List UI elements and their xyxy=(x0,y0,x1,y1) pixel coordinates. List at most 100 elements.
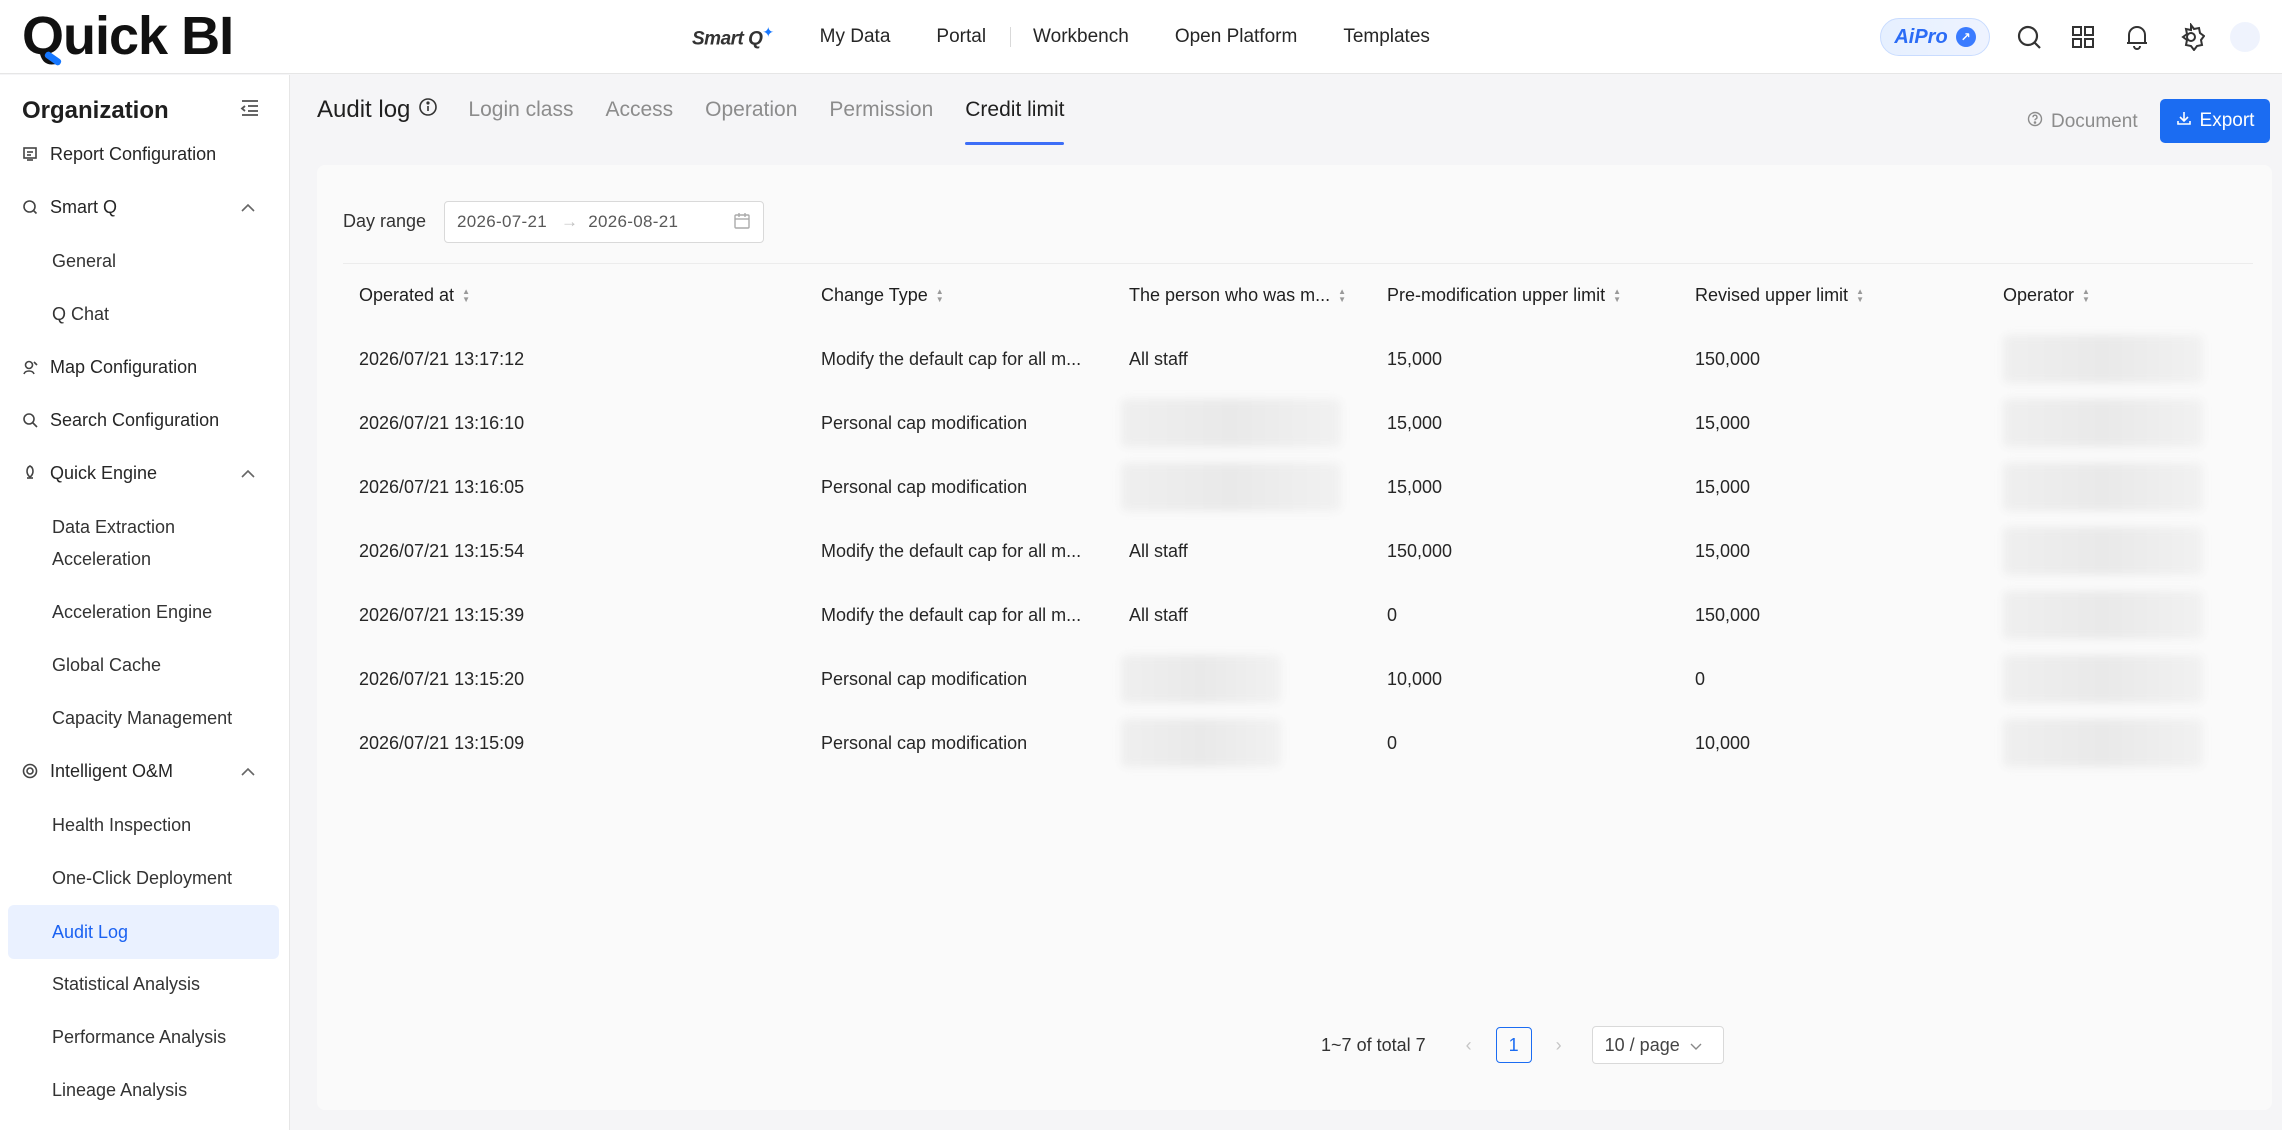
sidebar-item-health-inspection[interactable]: Health Inspection xyxy=(0,809,289,841)
sidebar-item-performance-analysis[interactable]: Performance Analysis xyxy=(0,1021,289,1053)
document-link[interactable]: Document xyxy=(2027,111,2138,133)
sidebar-item-search-configuration[interactable]: Search Configuration xyxy=(0,398,289,442)
nav-templates[interactable]: Templates xyxy=(1343,26,1430,48)
col-change-type[interactable]: Change Type ▲ ▼ xyxy=(805,285,1113,306)
cell-person-redacted xyxy=(1113,463,1371,511)
cell-revised-limit: 150,000 xyxy=(1695,604,1761,625)
nav-portal[interactable]: Portal xyxy=(936,26,986,48)
sort-icon[interactable]: ▲ ▼ xyxy=(1613,287,1621,304)
col-pre-modification-limit[interactable]: Pre-modification upper limit ▲ ▼ xyxy=(1371,285,1679,306)
sidebar-item-acceleration-engine[interactable]: Acceleration Engine xyxy=(0,596,289,628)
cell-revised-limit: 150,000 xyxy=(1695,348,1761,369)
chevron-up-icon xyxy=(240,197,256,218)
sidebar-item-statistical-analysis[interactable]: Statistical Analysis xyxy=(0,968,289,1000)
start-date[interactable]: 2026-07-21 xyxy=(457,212,547,232)
next-page-icon[interactable]: › xyxy=(1544,1035,1574,1056)
sidebar-item-global-cache[interactable]: Global Cache xyxy=(0,649,289,681)
sort-icon[interactable]: ▲ ▼ xyxy=(2082,287,2090,304)
sidebar-title: Organization xyxy=(22,97,169,124)
sidebar-item-one-click-deployment[interactable]: One-Click Deployment xyxy=(0,862,289,894)
sidebar-item-label: Quick Engine xyxy=(50,462,158,483)
apps-grid-icon[interactable] xyxy=(2068,22,2098,52)
cell-type: Personal cap modification xyxy=(821,668,1028,689)
sidebar-item-q-chat[interactable]: Q Chat xyxy=(0,298,289,330)
table-row: 2026/07/21 13:15:20 Personal cap modific… xyxy=(343,647,2253,711)
cell-pre-limit: 150,000 xyxy=(1387,540,1453,561)
aipro-button[interactable]: AiPro ↗ xyxy=(1880,18,1990,56)
cell-person: All staff xyxy=(1129,540,1188,561)
table-row: 2026/07/21 13:15:09 Personal cap modific… xyxy=(343,711,2253,775)
cell-operator-redacted xyxy=(1987,399,2253,447)
col-person-modified[interactable]: The person who was m... ▲ ▼ xyxy=(1113,285,1371,306)
info-icon[interactable] xyxy=(418,96,438,124)
sidebar-item-label-line2: Acceleration xyxy=(52,549,152,569)
end-date[interactable]: 2026-08-21 xyxy=(588,212,678,232)
tab-permission[interactable]: Permission xyxy=(829,75,933,145)
search-config-icon xyxy=(22,412,42,428)
cell-person-redacted xyxy=(1113,655,1371,703)
user-avatar[interactable] xyxy=(2230,22,2260,52)
cell-type: Modify the default cap for all m... xyxy=(821,540,1082,561)
calendar-icon[interactable] xyxy=(733,212,751,235)
sort-icon[interactable]: ▲ ▼ xyxy=(1856,287,1864,304)
top-nav: Smart Q✦ My Data Portal Workbench Open P… xyxy=(692,0,1476,74)
engine-icon xyxy=(22,465,42,481)
om-icon xyxy=(22,763,42,779)
sidebar-item-quick-engine[interactable]: Quick Engine xyxy=(0,451,289,495)
page-button-current[interactable]: 1 xyxy=(1495,1027,1532,1063)
bell-icon[interactable] xyxy=(2122,22,2152,52)
sidebar-item-smart-q[interactable]: Smart Q xyxy=(0,185,289,229)
audit-panel: Day range 2026-07-21 → 2026-08-21 Operat… xyxy=(317,165,2272,1110)
top-navbar: Quick BI Smart Q✦ My Data Portal Workben… xyxy=(0,0,2282,74)
cell-operator-redacted xyxy=(1987,655,2253,703)
sort-icon[interactable]: ▲ ▼ xyxy=(936,287,944,304)
map-icon xyxy=(22,359,42,375)
sidebar-item-report-configuration[interactable]: Report Configuration xyxy=(0,132,289,176)
cell-revised-limit: 15,000 xyxy=(1695,412,1751,433)
tab-credit-limit[interactable]: Credit limit xyxy=(965,75,1065,145)
sort-icon[interactable]: ▲ ▼ xyxy=(1338,287,1346,304)
cell-person-redacted xyxy=(1113,399,1371,447)
main-content: Audit log Login class Access Operation P… xyxy=(291,75,2282,1130)
tab-operation[interactable]: Operation xyxy=(705,75,797,145)
prev-page-icon[interactable]: ‹ xyxy=(1454,1035,1484,1056)
tab-access[interactable]: Access xyxy=(605,75,673,145)
col-revised-limit[interactable]: Revised upper limit ▲ ▼ xyxy=(1679,285,1987,306)
help-circle-icon xyxy=(2027,111,2043,133)
sidebar-item-intelligent-om[interactable]: Intelligent O&M xyxy=(0,749,289,793)
sidebar-item-capacity-management[interactable]: Capacity Management xyxy=(0,702,289,734)
sidebar-item-audit-log[interactable]: Audit Log xyxy=(8,905,279,959)
sidebar-item-label: Smart Q xyxy=(50,196,118,217)
sort-icon[interactable]: ▲ ▼ xyxy=(462,287,470,304)
arrow-up-right-icon: ↗ xyxy=(1955,27,1976,47)
nav-open-platform[interactable]: Open Platform xyxy=(1175,26,1298,48)
tab-login-class[interactable]: Login class xyxy=(468,75,573,145)
cell-person: All staff xyxy=(1129,604,1188,625)
collapse-menu-icon[interactable] xyxy=(240,99,262,121)
export-button[interactable]: Export xyxy=(2160,99,2270,143)
cell-type: Personal cap modification xyxy=(821,412,1028,433)
cell-operator-redacted xyxy=(1987,719,2253,767)
page-title: Audit log xyxy=(317,96,438,124)
cell-type: Personal cap modification xyxy=(821,732,1028,753)
sidebar-item-map-configuration[interactable]: Map Configuration xyxy=(0,345,289,389)
cell-operator-redacted xyxy=(1987,335,2253,383)
sidebar-item-lineage-analysis[interactable]: Lineage Analysis xyxy=(0,1074,289,1106)
search-icon[interactable] xyxy=(2014,22,2044,52)
report-icon xyxy=(22,146,42,162)
download-icon xyxy=(2176,110,2192,132)
chevron-down-icon xyxy=(1690,1035,1702,1056)
nav-my-data[interactable]: My Data xyxy=(820,26,891,48)
page-size-select[interactable]: 10 / page xyxy=(1591,1026,1724,1064)
cell-operator-redacted xyxy=(1987,463,2253,511)
smartq-nav-item[interactable]: Smart Q✦ xyxy=(692,24,774,50)
nav-workbench[interactable]: Workbench xyxy=(1033,26,1129,48)
sidebar-item-data-extraction-acceleration[interactable]: Data Extraction Acceleration xyxy=(0,511,289,575)
gear-icon[interactable] xyxy=(2176,22,2206,52)
col-operated-at[interactable]: Operated at ▲ ▼ xyxy=(343,285,805,306)
date-range-picker[interactable]: 2026-07-21 → 2026-08-21 xyxy=(444,201,764,243)
sidebar-item-general[interactable]: General xyxy=(0,245,289,277)
quick-bi-logo[interactable]: Quick BI xyxy=(22,8,234,64)
col-operator[interactable]: Operator ▲ ▼ xyxy=(1987,285,2253,306)
cell-type: Modify the default cap for all m... xyxy=(821,348,1082,369)
